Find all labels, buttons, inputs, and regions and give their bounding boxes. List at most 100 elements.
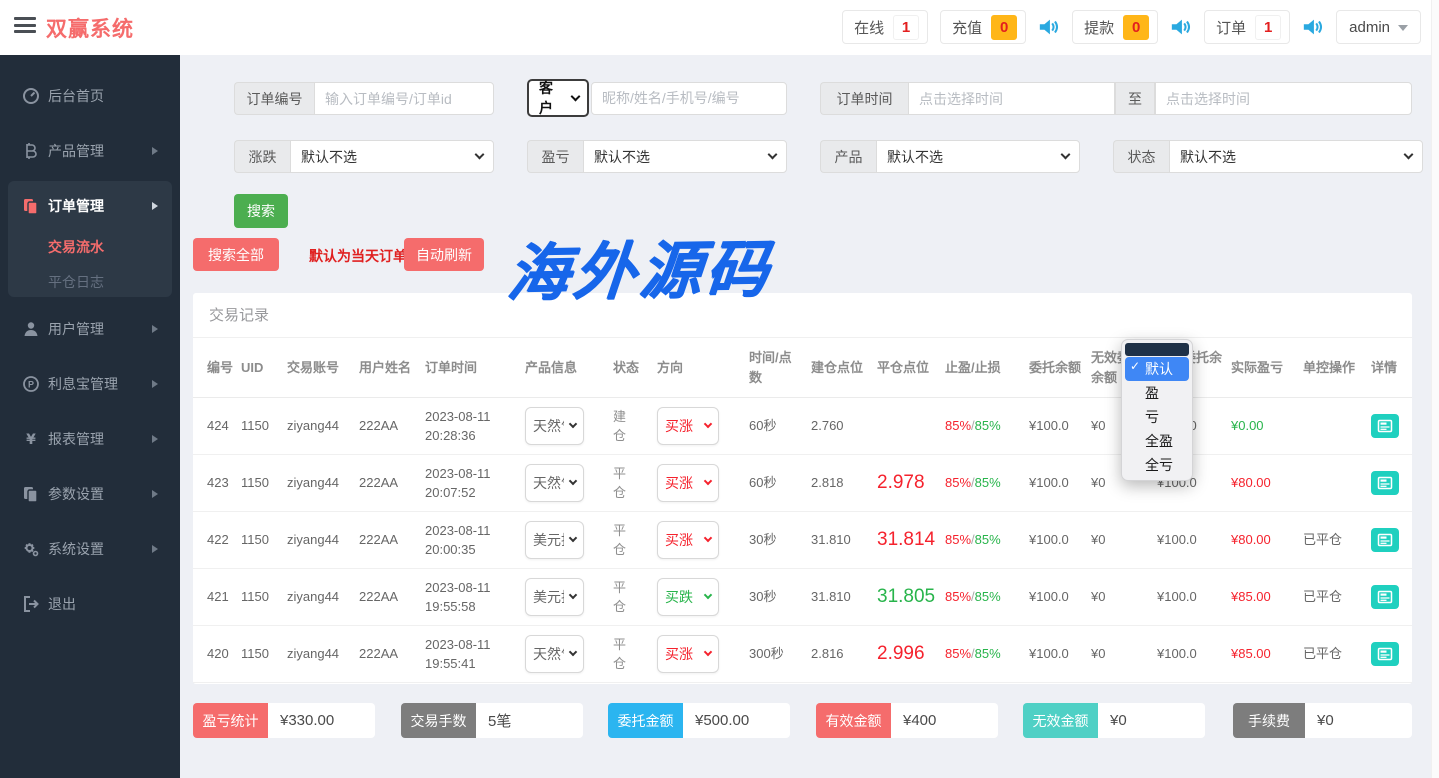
product-info-select[interactable]: 天然气: [525, 464, 584, 502]
stat-online-count: 1: [893, 15, 919, 40]
cell-control: [1299, 455, 1367, 512]
chevron-down-icon: [569, 648, 577, 656]
sidebar-item-users[interactable]: 用户管理: [0, 314, 180, 344]
filter-order-time-label: 订单时间: [820, 82, 908, 115]
status-text: 平仓: [613, 635, 629, 674]
cell-profit: ¥85.00: [1227, 626, 1299, 683]
cell-product: 天然气: [521, 398, 609, 455]
dropdown-option-all-lose[interactable]: 全亏: [1125, 453, 1189, 477]
time-from-input[interactable]: [908, 82, 1115, 115]
sidebar-item-orders[interactable]: 订单管理: [0, 191, 180, 221]
product-select[interactable]: 默认不选: [876, 140, 1080, 173]
cell-name: 222AA: [355, 455, 421, 512]
app-logo: 双赢系统: [46, 13, 134, 43]
col-control: 单控操作: [1299, 338, 1367, 398]
detail-button[interactable]: [1371, 642, 1399, 666]
summary-valid: 有效金额 ¥400: [816, 703, 998, 738]
stat-online[interactable]: 在线 1: [842, 10, 928, 44]
sidebar-item-system[interactable]: 系统设置: [0, 534, 180, 564]
page-scrollbar[interactable]: [1431, 0, 1439, 778]
summary-label: 盈亏统计: [193, 703, 268, 738]
sidebar-item-params[interactable]: 参数设置: [0, 479, 180, 509]
product-info-select[interactable]: 美元指数: [525, 521, 584, 559]
sidebar-item-close-log[interactable]: 平仓日志: [0, 267, 180, 297]
rise-fall-select[interactable]: 默认不选: [290, 140, 494, 173]
auto-refresh-button[interactable]: 自动刷新: [404, 238, 484, 271]
speaker-icon[interactable]: [1302, 17, 1324, 37]
detail-button[interactable]: [1371, 414, 1399, 438]
detail-button[interactable]: [1371, 471, 1399, 495]
table-row: 4231150ziyang44222AA2023-08-11 20:07:52天…: [193, 455, 1412, 512]
cell-id: 420: [193, 626, 237, 683]
status-text: 平仓: [613, 464, 629, 503]
customer-type-select[interactable]: 客户: [527, 79, 589, 117]
cell-status: 平仓: [609, 626, 653, 683]
search-all-button[interactable]: 搜索全部: [193, 238, 279, 271]
menu-toggle-icon[interactable]: [14, 17, 36, 37]
cell-time: 2023-08-11 20:28:36: [421, 398, 521, 455]
direction-select[interactable]: 买涨: [657, 521, 719, 559]
dropdown-option-win[interactable]: 盈: [1125, 381, 1189, 405]
dropdown-option-lose[interactable]: 亏: [1125, 405, 1189, 429]
summary-entrust: 委托金额 ¥500.00: [608, 703, 790, 738]
cell-id: 422: [193, 512, 237, 569]
col-product: 产品信息: [521, 338, 609, 398]
detail-button[interactable]: [1371, 528, 1399, 552]
cell-profit: ¥80.00: [1227, 455, 1299, 512]
time-to-input[interactable]: [1155, 82, 1412, 115]
table-row: 4241150ziyang44222AA2023-08-11 20:28:36天…: [193, 398, 1412, 455]
sidebar-item-label: 产品管理: [48, 141, 104, 161]
cell-uid: 1150: [237, 569, 283, 626]
cell-direction: 买跌: [653, 569, 745, 626]
direction-select[interactable]: 买跌: [657, 578, 719, 616]
customer-type-value: 客户: [539, 78, 564, 118]
dropdown-option-default[interactable]: 默认: [1125, 357, 1189, 381]
stat-withdraw[interactable]: 提款 0: [1072, 10, 1158, 44]
sidebar-item-dashboard[interactable]: 后台首页: [0, 81, 180, 111]
chevron-down-icon: [1398, 25, 1408, 31]
user-menu[interactable]: admin: [1336, 10, 1421, 44]
dropdown-option-all-win[interactable]: 全盈: [1125, 429, 1189, 453]
stat-orders[interactable]: 订单 1: [1204, 10, 1290, 44]
sl-value: 85%: [975, 475, 1001, 490]
chevron-right-icon: [152, 435, 158, 443]
detail-button[interactable]: [1371, 585, 1399, 609]
direction-select[interactable]: 买涨: [657, 464, 719, 502]
sidebar-item-logout[interactable]: 退出: [0, 589, 180, 619]
summary-invalid: 无效金额 ¥0: [1023, 703, 1205, 738]
sidebar-item-trade-flow[interactable]: 交易流水: [0, 232, 180, 262]
sidebar-item-reports[interactable]: ¥ 报表管理: [0, 424, 180, 454]
filter-order-time: 订单时间 至: [820, 82, 1412, 115]
control-select-collapsed[interactable]: [1125, 343, 1189, 356]
sidebar-item-products[interactable]: 产品管理: [0, 136, 180, 166]
chevron-down-icon: [569, 477, 577, 485]
chevron-right-icon: [152, 325, 158, 333]
search-button[interactable]: 搜索: [234, 194, 288, 228]
tp-value: 85%: [945, 646, 971, 661]
stat-orders-count: 1: [1255, 15, 1281, 40]
cell-valid-balance: ¥100.0: [1153, 626, 1227, 683]
stat-recharge[interactable]: 充值 0: [940, 10, 1026, 44]
speaker-icon[interactable]: [1170, 17, 1192, 37]
order-no-input[interactable]: [314, 82, 494, 115]
chevron-down-icon: [704, 534, 712, 542]
profit-loss-select[interactable]: 默认不选: [583, 140, 787, 173]
direction-select[interactable]: 买涨: [657, 635, 719, 673]
filter-product-label: 产品: [820, 140, 876, 173]
cell-id: 423: [193, 455, 237, 512]
status-select[interactable]: 默认不选: [1169, 140, 1423, 173]
product-value: 默认不选: [887, 147, 943, 167]
cell-close-point: [873, 398, 941, 455]
chevron-down-icon: [475, 150, 485, 160]
sidebar-item-interest[interactable]: P 利息宝管理: [0, 369, 180, 399]
cell-detail: [1367, 398, 1412, 455]
user-name: admin: [1349, 19, 1390, 36]
speaker-icon[interactable]: [1038, 17, 1060, 37]
sidebar-item-label: 平仓日志: [48, 272, 104, 292]
product-info-select[interactable]: 天然气: [525, 635, 584, 673]
product-info-select[interactable]: 美元指数: [525, 578, 584, 616]
customer-search-input[interactable]: [591, 82, 787, 115]
direction-select[interactable]: 买涨: [657, 407, 719, 445]
yen-icon: ¥: [22, 430, 40, 448]
product-info-select[interactable]: 天然气: [525, 407, 584, 445]
